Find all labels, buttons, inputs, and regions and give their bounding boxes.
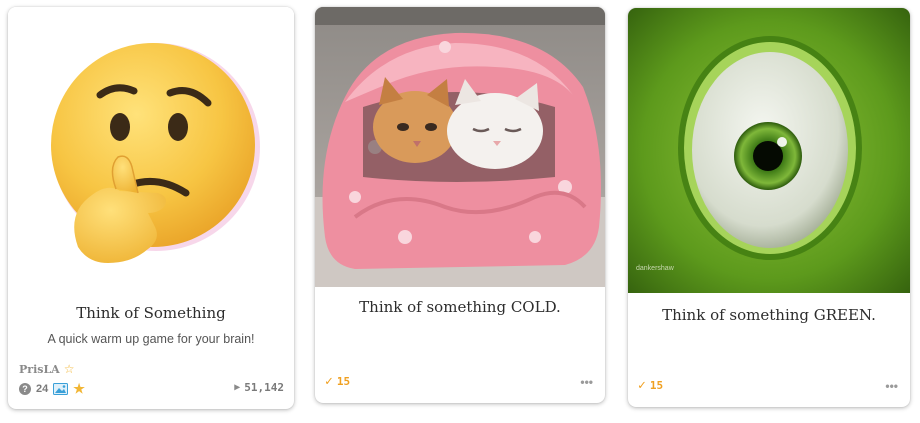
card-title[interactable]: Think of something COLD. (315, 298, 605, 316)
check-icon: ✓ (638, 378, 646, 393)
svg-text:dankershaw: dankershaw (636, 265, 675, 272)
green-eyeball-image[interactable]: dankershaw (628, 8, 910, 293)
points-badge: ✓ 15 (325, 374, 350, 389)
question-icon: ? (19, 383, 31, 395)
play-count: ▶ 51,142 (234, 381, 284, 394)
points-value: 15 (649, 379, 664, 392)
check-icon: ✓ (325, 374, 333, 389)
author-row: PrisLA ☆ (19, 362, 74, 376)
card-title[interactable]: Think of something GREEN. (628, 306, 910, 324)
game-card-think-of-something[interactable]: Think of Something A quick warm up game … (8, 7, 294, 409)
cats-in-pink-blanket-image[interactable] (315, 7, 605, 287)
card-description: A quick warm up game for your brain! (47, 332, 255, 346)
question-count: 24 (36, 383, 49, 395)
game-card-think-of-something-cold[interactable]: Think of something COLD. ✓ 15 ••• (315, 7, 605, 403)
card-title[interactable]: Think of Something (8, 304, 294, 322)
image-icon (53, 383, 69, 395)
points-badge: ✓ 15 (638, 378, 663, 393)
favorite-star-outline-icon[interactable]: ☆ (64, 362, 75, 376)
play-count-value: 51,142 (244, 381, 284, 394)
card-meta: ? 24 ★ (19, 381, 85, 397)
more-options-button[interactable]: ••• (580, 375, 593, 389)
game-card-think-of-something-green[interactable]: dankershaw Think of something GREEN. ✓ 1… (628, 8, 910, 407)
author-name[interactable]: PrisLA (19, 363, 60, 376)
featured-star-icon: ★ (73, 381, 85, 396)
thinking-face-emoji-image[interactable] (8, 7, 294, 283)
more-options-button[interactable]: ••• (885, 379, 898, 393)
play-icon: ▶ (234, 382, 241, 393)
points-value: 15 (336, 375, 351, 388)
